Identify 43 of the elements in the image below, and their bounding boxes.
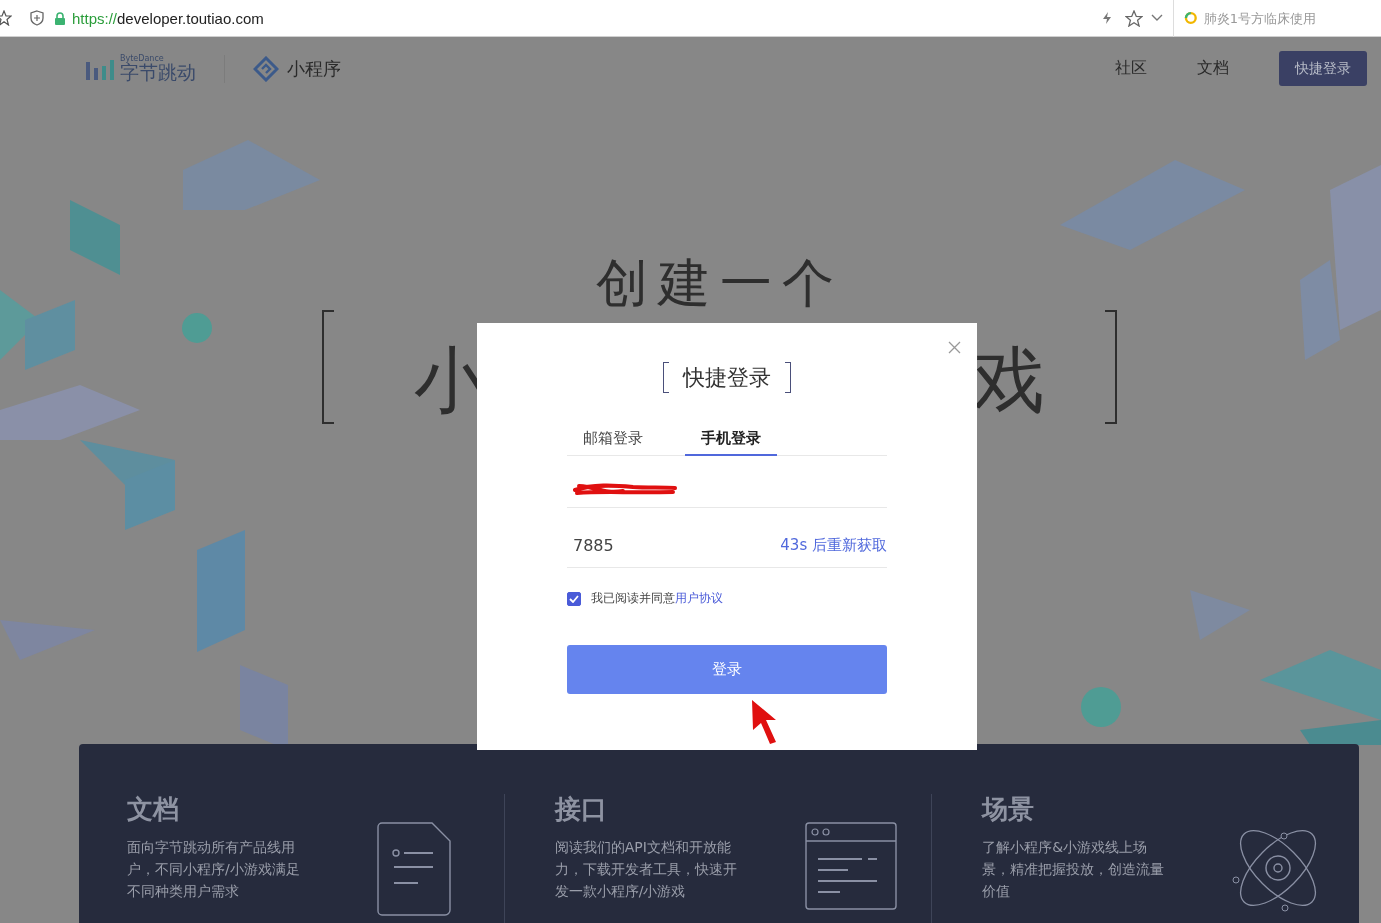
feature-title: 场景 <box>982 794 1036 824</box>
mini-program-logo-icon <box>253 55 279 82</box>
circle-shape <box>182 313 212 343</box>
geometric-shape <box>25 300 75 370</box>
star-icon[interactable] <box>0 10 12 26</box>
resend-code-link[interactable]: 43s 后重新获取 <box>780 536 887 555</box>
bracket-drawing <box>663 362 669 393</box>
login-tab[interactable]: 手机登录 <box>685 429 777 456</box>
agreement-label: 我已阅读并同意 <box>591 590 675 607</box>
search-engine-icon <box>1184 11 1198 25</box>
brand-name: 字节跳动 <box>120 63 196 82</box>
close-icon[interactable] <box>948 341 961 354</box>
feature-description: 了解小程序&小游戏线上场景，精准把握投放，创造流量价值 <box>982 838 1166 901</box>
nav-link[interactable]: 社区 <box>1115 58 1147 79</box>
lightning-icon[interactable] <box>1103 12 1111 24</box>
nav-link[interactable]: 文档 <box>1197 58 1229 79</box>
login-tab[interactable]: 邮箱登录 <box>573 429 685 456</box>
feature-title: 接口 <box>554 794 608 824</box>
hero-title: 创建一个 <box>594 252 845 315</box>
user-agreement-link[interactable]: 用户协议 <box>675 590 723 607</box>
geometric-shape <box>1190 590 1250 640</box>
dialog-title: 快捷登录 <box>683 363 771 392</box>
star-icon[interactable] <box>1125 9 1143 27</box>
document-icon <box>377 822 451 916</box>
quick-login-button[interactable]: 快捷登录 <box>1279 51 1367 86</box>
login-button[interactable]: 登录 <box>567 645 887 694</box>
search-field[interactable]: 肺炎1号方临床使用 <box>1201 9 1381 27</box>
circle-shape <box>1081 687 1121 727</box>
product-name[interactable]: 小程序 <box>287 56 341 81</box>
agree-checkbox[interactable] <box>567 591 581 606</box>
bracket-drawing <box>785 362 791 393</box>
feature-description: 面向字节跳动所有产品线用户，不同小程序/小游戏满足不同种类用户需求 <box>127 838 301 901</box>
browser-window-icon <box>804 822 897 910</box>
lock-icon <box>54 11 66 25</box>
redaction-scribble-icon <box>573 480 677 497</box>
dropdown-chevron-icon[interactable] <box>1151 14 1163 22</box>
brand-subtitle: ByteDance <box>120 55 165 63</box>
shield-icon <box>30 10 44 26</box>
hero-title: 戏 <box>973 340 1045 420</box>
address-field[interactable]: https://developer.toutiao.com <box>72 9 1103 27</box>
feature-title: 文档 <box>127 794 180 824</box>
bar-chart-logo-icon <box>86 57 116 80</box>
feature-description: 阅读我们的API文档和开放能力，下载开发者工具，快速开发一款小程序/小游戏 <box>554 838 738 901</box>
